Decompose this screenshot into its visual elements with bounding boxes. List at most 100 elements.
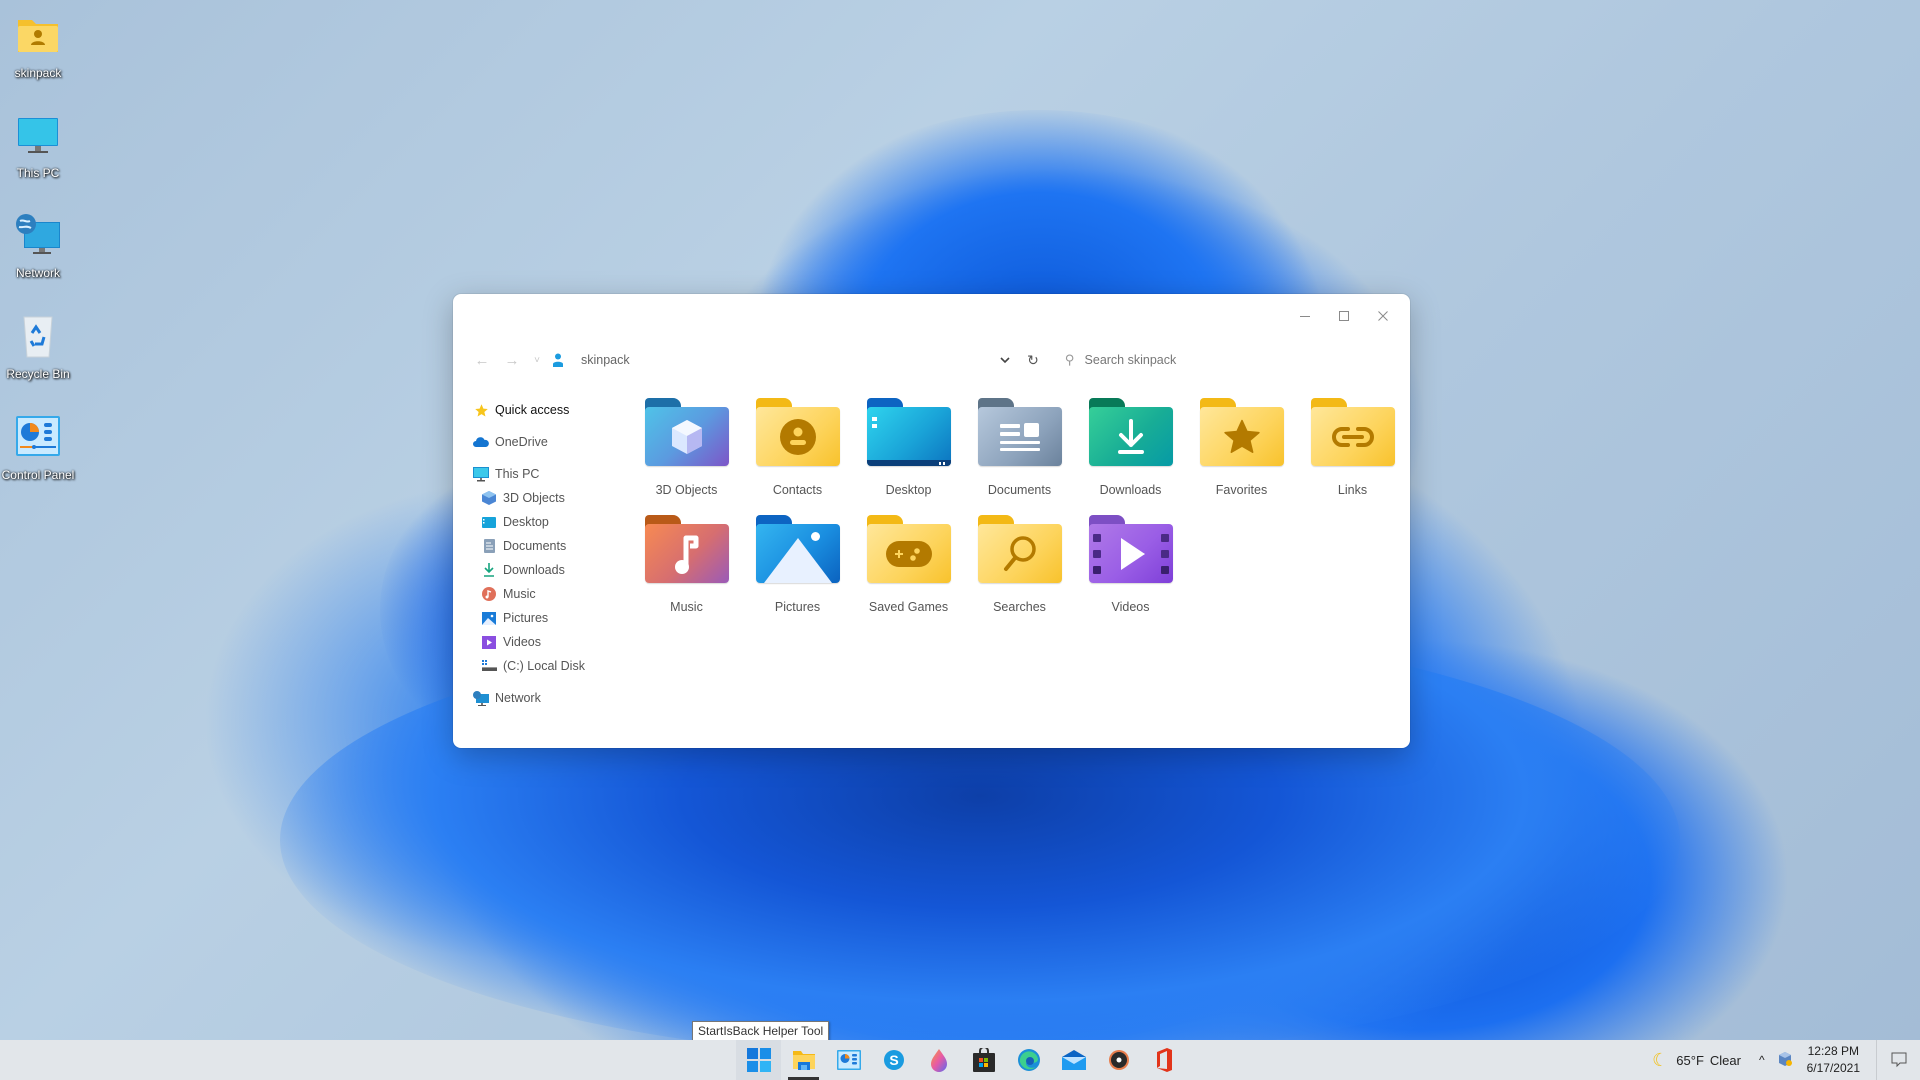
clock-time: 12:28 PM: [1807, 1044, 1859, 1058]
3d-objects-folder-icon: [644, 398, 729, 466]
show-hidden-icons-button[interactable]: ^: [1759, 1053, 1765, 1067]
sidebar-item-documents[interactable]: Documents: [473, 534, 623, 558]
network-icon: [14, 212, 62, 260]
sidebar-item-onedrive[interactable]: OneDrive: [473, 430, 623, 454]
desktop-icon-label: Recycle Bin: [6, 367, 70, 381]
pictures-folder-icon: [755, 515, 840, 583]
system-tray: ☾ 65°F Clear ^ 12:28 PM 6/17/2021: [1652, 1040, 1920, 1080]
sidebar-item-music[interactable]: Music: [473, 582, 623, 606]
file-explorer-window: ← → ˅ skinpack ↻ ⚲ Quick access OneDrive…: [453, 294, 1410, 748]
cloud-icon: [473, 434, 489, 450]
3d-objects-icon: [481, 490, 497, 506]
desktop-icon-network[interactable]: Network: [0, 212, 76, 280]
sidebar-item-network[interactable]: Network: [473, 686, 623, 710]
store-icon: [972, 1048, 995, 1072]
sidebar-item-label: Quick access: [495, 403, 570, 417]
virtualbox-tray-icon[interactable]: [1777, 1051, 1793, 1070]
folder-item-searches[interactable]: Searches: [964, 515, 1075, 614]
folder-name: Downloads: [1099, 483, 1162, 497]
folder-item-music[interactable]: Music: [631, 515, 742, 614]
taskbar-edge[interactable]: [1006, 1040, 1051, 1080]
desktop-icon-skinpack[interactable]: skinpack: [0, 12, 76, 80]
sidebar-item-label: Pictures: [503, 611, 549, 625]
sidebar-item-3d-objects[interactable]: 3D Objects: [473, 486, 623, 510]
clock[interactable]: 12:28 PM 6/17/2021: [1807, 1043, 1860, 1077]
address-history-dropdown[interactable]: [991, 353, 1019, 367]
folder-item-downloads[interactable]: Downloads: [1075, 398, 1186, 497]
folder-name: 3D Objects: [655, 483, 718, 497]
desktop-icon-label: skinpack: [14, 66, 62, 80]
taskbar-paint[interactable]: [916, 1040, 961, 1080]
folder-item-links[interactable]: Links: [1297, 398, 1408, 497]
start-button[interactable]: [736, 1040, 781, 1080]
groove-music-icon: [1108, 1050, 1129, 1070]
music-folder-icon: [644, 515, 729, 583]
skype-icon: S: [883, 1050, 904, 1070]
music-icon: [481, 586, 497, 602]
sidebar-item-label: Music: [503, 587, 536, 601]
downloads-icon: [481, 562, 497, 578]
taskbar-microsoft-store[interactable]: [961, 1040, 1006, 1080]
sidebar-item-pictures[interactable]: Pictures: [473, 606, 623, 630]
recent-locations-button[interactable]: ˅: [527, 348, 547, 372]
maximize-button[interactable]: [1324, 302, 1363, 330]
folder-name: Saved Games: [868, 600, 949, 614]
desktop-icon-this-pc[interactable]: This PC: [0, 112, 76, 180]
weather-temperature[interactable]: 65°F: [1676, 1053, 1704, 1068]
folder-item-saved-games[interactable]: Saved Games: [853, 515, 964, 614]
desktop-icon-recycle-bin[interactable]: Recycle Bin: [0, 313, 76, 381]
forward-button[interactable]: →: [497, 348, 527, 372]
sidebar-item-videos[interactable]: Videos: [473, 630, 623, 654]
chevron-down-icon: ˅: [534, 354, 540, 366]
sidebar-item-downloads[interactable]: Downloads: [473, 558, 623, 582]
folder-item-pictures[interactable]: Pictures: [742, 515, 853, 614]
folder-item-videos[interactable]: Videos: [1075, 515, 1186, 614]
sidebar-item-quick-access[interactable]: Quick access: [473, 398, 623, 422]
folder-name: Music: [670, 600, 703, 614]
search-box[interactable]: ⚲: [1065, 352, 1345, 368]
user-folder-icon: [14, 12, 62, 60]
taskbar-skype[interactable]: S: [871, 1040, 916, 1080]
sidebar-item-local-disk[interactable]: (C:) Local Disk: [473, 654, 623, 678]
back-button[interactable]: ←: [467, 348, 497, 372]
folder-item-contacts[interactable]: Contacts: [742, 398, 853, 497]
control-panel-icon: [14, 414, 62, 462]
taskbar-office[interactable]: [1141, 1040, 1186, 1080]
desktop-icon: [481, 514, 497, 530]
address-path[interactable]: skinpack: [581, 353, 991, 367]
videos-icon: [481, 634, 497, 650]
sidebar-item-this-pc[interactable]: This PC: [473, 462, 623, 486]
clock-date: 6/17/2021: [1806, 1061, 1860, 1075]
search-input[interactable]: [1084, 353, 1345, 367]
favorites-folder-icon: [1199, 398, 1284, 466]
minimize-button[interactable]: [1285, 302, 1324, 330]
refresh-button[interactable]: ↻: [1019, 352, 1047, 369]
monitor-icon: [473, 466, 489, 482]
moon-weather-icon[interactable]: ☾: [1652, 1050, 1668, 1071]
recycle-bin-icon: [14, 313, 62, 361]
folder-grid: 3D Objects Contacts Desktop Documents Do…: [631, 398, 1408, 614]
close-button[interactable]: [1363, 302, 1402, 330]
folder-item-documents[interactable]: Documents: [964, 398, 1075, 497]
local-disk-icon: [481, 658, 497, 674]
desktop-icon-control-panel[interactable]: Control Panel: [0, 414, 76, 482]
notification-center-button[interactable]: [1876, 1040, 1920, 1080]
links-folder-icon: [1310, 398, 1395, 466]
taskbar-groove-music[interactable]: [1096, 1040, 1141, 1080]
folder-item-3d-objects[interactable]: 3D Objects: [631, 398, 742, 497]
weather-condition[interactable]: Clear: [1710, 1053, 1741, 1068]
sidebar-item-label: This PC: [495, 467, 540, 481]
user-icon: [547, 348, 569, 372]
folder-item-desktop[interactable]: Desktop: [853, 398, 964, 497]
taskbar-file-explorer[interactable]: [781, 1040, 826, 1080]
taskbar-control-panel[interactable]: [826, 1040, 871, 1080]
maximize-icon: [1338, 311, 1349, 321]
searches-folder-icon: [977, 515, 1062, 583]
folder-item-favorites[interactable]: Favorites: [1186, 398, 1297, 497]
sidebar-item-desktop[interactable]: Desktop: [473, 510, 623, 534]
taskbar-mail[interactable]: [1051, 1040, 1096, 1080]
chevron-down-icon: [1000, 357, 1010, 364]
star-icon: [473, 402, 489, 418]
arrow-left-icon: ←: [474, 351, 490, 369]
videos-folder-icon: [1088, 515, 1173, 583]
